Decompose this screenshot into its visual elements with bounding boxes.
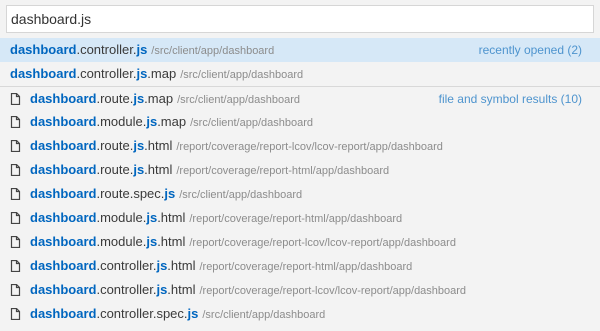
result-filename: dashboard.route.js.html: [30, 138, 172, 153]
result-path: /report/coverage/report-lcov/lcov-report…: [189, 237, 456, 249]
filename-extension: .html: [167, 258, 196, 273]
search-input-wrapper: [0, 0, 600, 38]
match-highlight: js: [156, 282, 168, 297]
result-path: /report/coverage/report-html/app/dashboa…: [189, 213, 403, 225]
result-filename: dashboard.module.js.html: [30, 234, 185, 249]
match-highlight: dashboard: [30, 186, 97, 201]
match-highlight: js: [133, 138, 145, 153]
result-filename: dashboard.controller.spec.js: [30, 306, 198, 321]
match-highlight: js: [164, 186, 176, 201]
result-path: /report/coverage/report-lcov/lcov-report…: [199, 285, 467, 297]
filename-part: .controller.: [96, 282, 157, 297]
result-filename: dashboard.module.js.html: [30, 210, 185, 225]
file-icon: [10, 87, 22, 110]
filename-extension: .html: [157, 234, 186, 249]
filename-part: .controller.spec.: [96, 306, 188, 321]
filename-extension: .html: [144, 138, 173, 153]
filename-extension: .map: [147, 66, 177, 81]
result-row[interactable]: dashboard.module.js.map/src/client/app/d…: [0, 110, 600, 134]
file-icon: [10, 134, 22, 158]
match-highlight: dashboard: [30, 210, 97, 225]
result-row[interactable]: dashboard.controller.js.map/src/client/a…: [0, 62, 600, 86]
result-row[interactable]: dashboard.route.js.html/report/coverage/…: [0, 134, 600, 158]
match-highlight: dashboard: [30, 282, 97, 297]
result-filename: dashboard.controller.js: [10, 42, 147, 57]
match-highlight: js: [146, 234, 158, 249]
match-highlight: js: [136, 42, 148, 57]
match-highlight: dashboard: [30, 306, 97, 321]
filename-part: .route.: [96, 162, 134, 177]
search-input[interactable]: [6, 5, 594, 33]
result-filename: dashboard.route.js.html: [30, 162, 172, 177]
match-highlight: dashboard: [30, 114, 97, 129]
filename-part: .route.: [96, 91, 134, 106]
filename-part: .module.: [96, 234, 147, 249]
file-icon: [10, 158, 22, 182]
result-path: /src/client/app/dashboard: [177, 94, 300, 106]
group-label: file and symbol results (10): [438, 92, 582, 106]
result-path: /src/client/app/dashboard: [151, 45, 275, 57]
filename-extension: .html: [144, 162, 173, 177]
match-highlight: js: [146, 114, 158, 129]
result-path: /src/client/app/dashboard: [179, 189, 303, 201]
result-filename: dashboard.controller.js.html: [30, 282, 195, 297]
file-icon: [10, 254, 22, 278]
file-icon: [10, 182, 22, 206]
filename-part: .module.: [96, 114, 147, 129]
match-highlight: js: [133, 162, 145, 177]
filename-extension: .map: [157, 114, 187, 129]
match-highlight: dashboard: [10, 42, 77, 57]
filename-extension: .map: [144, 91, 174, 106]
results-list: dashboard.controller.js/src/client/app/d…: [0, 38, 600, 326]
result-row[interactable]: dashboard.module.js.html/report/coverage…: [0, 206, 600, 230]
result-row[interactable]: dashboard.controller.js/src/client/app/d…: [0, 38, 600, 62]
result-row[interactable]: dashboard.controller.js.html/report/cove…: [0, 254, 600, 278]
match-highlight: dashboard: [10, 66, 77, 81]
result-path: /src/client/app/dashboard: [190, 117, 314, 129]
file-icon: [10, 278, 22, 302]
result-row[interactable]: dashboard.controller.js.html/report/cove…: [0, 278, 600, 302]
result-filename: dashboard.controller.js.map: [10, 66, 176, 81]
filename-part: .controller.: [76, 66, 137, 81]
match-highlight: js: [156, 258, 168, 273]
match-highlight: js: [187, 306, 199, 321]
result-row[interactable]: dashboard.controller.spec.js/src/client/…: [0, 302, 600, 326]
result-path: /report/coverage/report-html/app/dashboa…: [199, 261, 413, 273]
match-highlight: dashboard: [30, 91, 97, 106]
result-path: /src/client/app/dashboard: [180, 69, 304, 81]
result-row[interactable]: dashboard.module.js.html/report/coverage…: [0, 230, 600, 254]
filename-part: .module.: [96, 210, 147, 225]
filename-part: .route.: [96, 138, 134, 153]
match-highlight: dashboard: [30, 138, 97, 153]
match-highlight: js: [133, 91, 145, 106]
file-icon: [10, 302, 22, 326]
result-path: /src/client/app/dashboard: [202, 309, 326, 321]
result-filename: dashboard.controller.js.html: [30, 258, 195, 273]
result-filename: dashboard.route.js.map: [30, 91, 173, 106]
file-icon: [10, 230, 22, 254]
group-label: recently opened (2): [478, 43, 582, 57]
file-icon: [10, 110, 22, 134]
result-path: /report/coverage/report-html/app/dashboa…: [176, 165, 390, 177]
result-filename: dashboard.route.spec.js: [30, 186, 175, 201]
quick-open-palette: dashboard.controller.js/src/client/app/d…: [0, 0, 600, 331]
result-row[interactable]: dashboard.route.js.map/src/client/app/da…: [0, 86, 600, 110]
filename-extension: .html: [157, 210, 186, 225]
result-filename: dashboard.module.js.map: [30, 114, 186, 129]
match-highlight: dashboard: [30, 162, 97, 177]
filename-part: .route.spec.: [96, 186, 165, 201]
file-icon: [10, 206, 22, 230]
filename-part: .controller.: [96, 258, 157, 273]
match-highlight: js: [136, 66, 148, 81]
match-highlight: js: [146, 210, 158, 225]
filename-extension: .html: [167, 282, 196, 297]
match-highlight: dashboard: [30, 258, 97, 273]
result-path: /report/coverage/report-lcov/lcov-report…: [176, 141, 443, 153]
filename-part: .controller.: [76, 42, 137, 57]
result-row[interactable]: dashboard.route.js.html/report/coverage/…: [0, 158, 600, 182]
result-row[interactable]: dashboard.route.spec.js/src/client/app/d…: [0, 182, 600, 206]
match-highlight: dashboard: [30, 234, 97, 249]
